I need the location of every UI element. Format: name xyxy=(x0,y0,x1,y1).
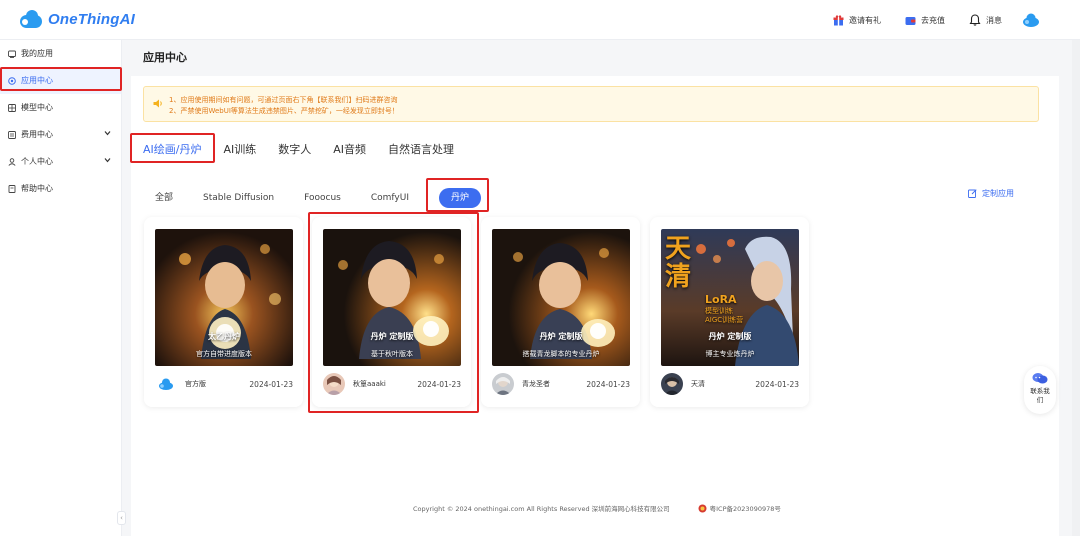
app-thumbnail: 丹炉 定制版 搭载青龙脚本的专业丹炉 xyxy=(492,229,630,366)
app-card-taiyi[interactable]: 太乙丹炉 官方自带进度版本 官方版 2024-01-23 xyxy=(144,217,303,407)
gift-icon xyxy=(833,14,844,25)
sidebar-item-label: 模型中心 xyxy=(21,103,53,112)
page-title: 应用中心 xyxy=(143,51,187,64)
card-date: 2024-01-23 xyxy=(249,379,293,389)
model-icon xyxy=(8,103,16,112)
cloud-logo-icon xyxy=(18,9,44,29)
poster-tag-1: LoRA xyxy=(705,293,737,306)
recharge-label: 去充值 xyxy=(921,15,945,25)
top-bar: OneThingAI 邀请有礼 去充值 消息 xyxy=(0,0,1080,40)
poster-title: 天清 xyxy=(665,234,692,292)
logo[interactable]: OneThingAI xyxy=(18,9,135,29)
notice-banner: 1、应用使用期间如有问题，可通过页面右下角【联系我们】扫码进群咨询 2、严禁使用… xyxy=(143,86,1039,122)
subtab-all[interactable]: 全部 xyxy=(155,191,173,205)
cloud-avatar-icon xyxy=(1023,13,1039,27)
chat-icon xyxy=(1032,373,1048,384)
notice-line-2: 2、严禁使用WebUI等算法生成违禁图片、严禁挖矿，一经发现立即封号！ xyxy=(169,107,399,115)
police-badge-icon xyxy=(698,504,707,512)
card-date: 2024-01-23 xyxy=(755,379,799,389)
highlight-box-subtab xyxy=(426,178,489,212)
user-icon xyxy=(8,157,16,166)
card-date: 2024-01-23 xyxy=(586,379,630,389)
notice-line-1: 1、应用使用期间如有问题，可通过页面右下角【联系我们】扫码进群咨询 xyxy=(169,96,398,104)
sidebar-item-billing[interactable]: 费用中心 xyxy=(0,121,121,148)
thumbnail-subtitle: 官方自带进度版本 xyxy=(196,350,252,358)
poster-tag-3: AIGC训练营 xyxy=(705,316,744,324)
sidebar-item-label: 我的应用 xyxy=(21,49,53,58)
invite-button[interactable]: 邀请有礼 xyxy=(833,14,881,26)
contact-us-button[interactable]: 联系我们 xyxy=(1024,366,1056,414)
sidebar-item-help[interactable]: 帮助中心 xyxy=(0,175,121,202)
invite-label: 邀请有礼 xyxy=(849,15,881,25)
tab-digital-human[interactable]: 数字人 xyxy=(278,142,311,158)
icp-text: 粤ICP备2023090978号 xyxy=(709,505,781,513)
author-avatar xyxy=(155,373,177,395)
recharge-button[interactable]: 去充值 xyxy=(905,15,945,26)
app-card-qinglong[interactable]: 丹炉 定制版 搭载青龙脚本的专业丹炉 青龙圣者 2024-01-23 xyxy=(481,217,640,407)
highlight-box-sidebar xyxy=(0,67,122,91)
tab-ai-training[interactable]: AI训练 xyxy=(223,142,256,158)
thumbnail-subtitle: 博主专业炼丹炉 xyxy=(705,350,755,358)
thumbnail-subtitle: 搭载青龙脚本的专业丹炉 xyxy=(522,350,600,358)
sidebar-item-label: 费用中心 xyxy=(21,130,53,139)
subtab-stable-diffusion[interactable]: Stable Diffusion xyxy=(203,191,274,205)
footer: Copyright © 2024 onethingai.com All Righ… xyxy=(413,503,781,513)
author-name: 青龙圣者 xyxy=(522,380,550,388)
icp-badge[interactable]: 粤ICP备2023090978号 xyxy=(698,503,781,513)
thumbnail-title: 太乙丹炉 xyxy=(208,332,240,341)
billing-icon xyxy=(8,130,16,139)
thumbnail-title: 丹炉 定制版 xyxy=(539,332,583,341)
messages-label: 消息 xyxy=(986,15,1002,25)
custom-app-label: 定制应用 xyxy=(982,189,1014,198)
user-avatar[interactable] xyxy=(1022,12,1040,31)
author-name: 天清 xyxy=(691,380,705,388)
bell-icon xyxy=(969,14,981,26)
author-avatar xyxy=(661,373,683,395)
app-thumbnail: 太乙丹炉 官方自带进度版本 xyxy=(155,229,293,366)
chevron-down-icon xyxy=(104,158,111,163)
sidebar-collapse-handle[interactable]: ‹ xyxy=(117,511,126,525)
sidebar-item-label: 个人中心 xyxy=(21,157,53,166)
chevron-down-icon xyxy=(104,131,111,136)
app-card-tianqing[interactable]: 天清 LoRA 模型训练 AIGC训练营 丹炉 定制版 博主专业炼丹炉 天清 2… xyxy=(650,217,809,407)
messages-button[interactable]: 消息 xyxy=(969,14,1002,26)
edit-icon xyxy=(968,189,977,198)
sidebar-item-my-apps[interactable]: 我的应用 xyxy=(0,40,121,67)
app-thumbnail: 天清 LoRA 模型训练 AIGC训练营 丹炉 定制版 博主专业炼丹炉 xyxy=(661,229,799,366)
sidebar-item-model-center[interactable]: 模型中心 xyxy=(0,94,121,121)
author-name: 官方版 xyxy=(185,380,206,388)
copyright-text: Copyright © 2024 onethingai.com All Righ… xyxy=(413,505,670,513)
highlight-box-card xyxy=(308,212,479,413)
sidebar-item-label: 帮助中心 xyxy=(21,184,53,193)
wallet-icon xyxy=(905,16,916,25)
author-avatar xyxy=(492,373,514,395)
apps-icon xyxy=(8,50,16,58)
page-scrollbar[interactable] xyxy=(1072,40,1080,536)
thumbnail-title: 丹炉 定制版 xyxy=(708,332,752,341)
help-icon xyxy=(8,184,16,193)
logo-text: OneThingAI xyxy=(48,10,135,28)
cloud-logo-icon xyxy=(159,378,173,390)
sidebar: 我的应用 应用中心 模型中心 费用中心 个人中心 帮助中心 xyxy=(0,40,122,536)
subtab-comfyui[interactable]: ComfyUI xyxy=(371,191,409,205)
highlight-box-category xyxy=(130,133,215,163)
tab-nlp[interactable]: 自然语言处理 xyxy=(388,142,454,158)
speaker-icon xyxy=(153,99,162,108)
subtab-fooocus[interactable]: Fooocus xyxy=(304,191,341,205)
sidebar-item-personal[interactable]: 个人中心 xyxy=(0,148,121,175)
custom-app-button[interactable]: 定制应用 xyxy=(968,188,1014,199)
tab-ai-audio[interactable]: AI音频 xyxy=(333,142,366,158)
contact-us-label: 联系我们 xyxy=(1030,387,1050,404)
